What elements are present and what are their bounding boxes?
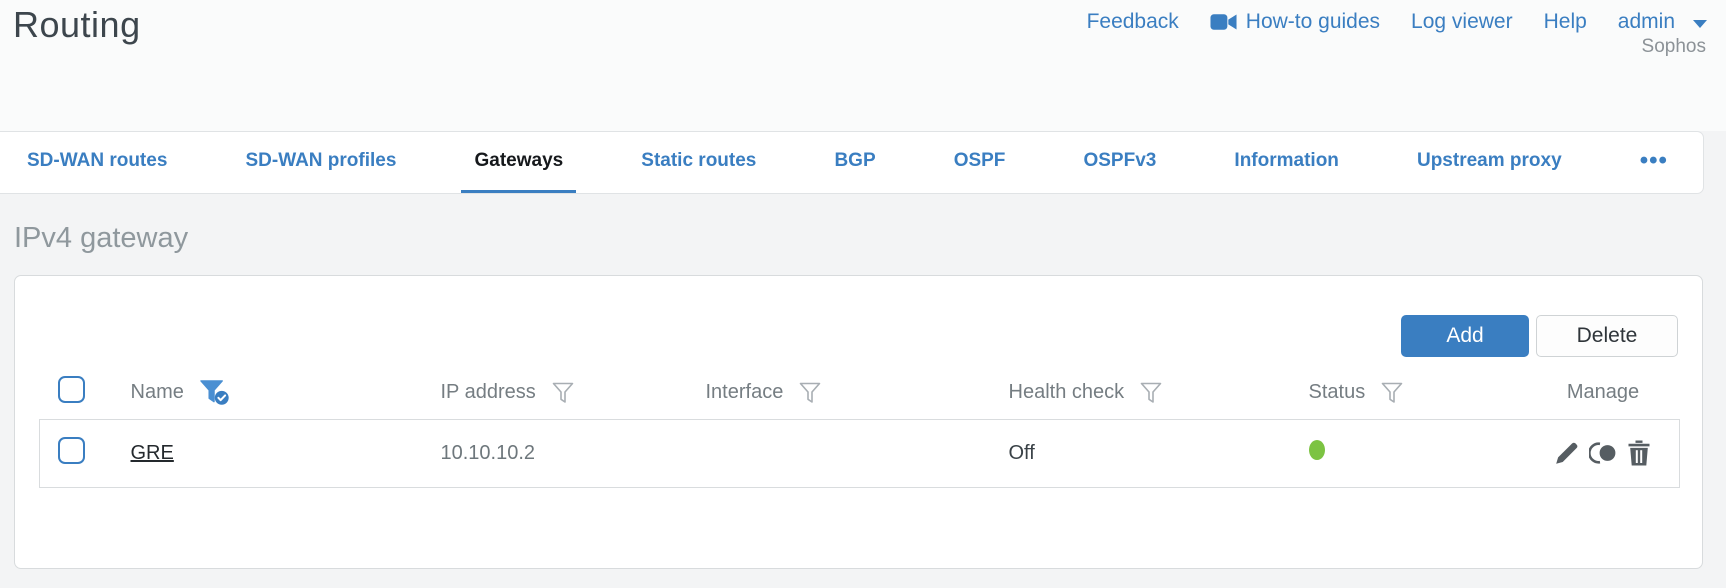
- tab-information[interactable]: Information: [1221, 132, 1352, 193]
- ip-address-filter-icon[interactable]: [551, 381, 575, 405]
- page-title: Routing: [13, 4, 141, 45]
- toolbar: Add Delete: [15, 315, 1678, 357]
- manage-cell: [1527, 440, 1680, 466]
- column-header-health-check: Health check: [1008, 381, 1125, 404]
- how-to-guides-link[interactable]: How-to guides: [1210, 10, 1380, 34]
- name-filter-active-icon[interactable]: [199, 379, 230, 406]
- clone-icon[interactable]: [1589, 441, 1618, 465]
- ipv4-gateway-panel: Add Delete Name IP address Interface Hea…: [14, 275, 1703, 569]
- tab-bar: SD-WAN routes SD-WAN profiles Gateways S…: [0, 131, 1704, 194]
- delete-button[interactable]: Delete: [1536, 315, 1678, 357]
- header-links: Feedback How-to guides Log viewer Help a…: [1087, 10, 1707, 34]
- brand-label: Sophos: [1641, 36, 1706, 57]
- delete-icon[interactable]: [1627, 440, 1651, 466]
- tab-gateways[interactable]: Gateways: [461, 132, 577, 193]
- video-camera-icon: [1210, 13, 1237, 31]
- add-button[interactable]: Add: [1401, 315, 1529, 357]
- status-dot: [1308, 440, 1325, 460]
- column-header-status: Status: [1308, 381, 1366, 404]
- log-viewer-link[interactable]: Log viewer: [1411, 10, 1513, 34]
- gateway-name-link[interactable]: GRE: [131, 442, 174, 464]
- interface-cell: [683, 418, 987, 488]
- admin-label: admin: [1617, 10, 1675, 33]
- column-header-name: Name: [130, 381, 184, 404]
- edit-icon[interactable]: [1554, 440, 1580, 466]
- tab-ospfv3[interactable]: OSPFv3: [1070, 132, 1169, 193]
- column-header-ip-address: IP address: [440, 381, 536, 404]
- health-check-filter-icon[interactable]: [1139, 381, 1163, 405]
- tab-static-routes[interactable]: Static routes: [628, 132, 769, 193]
- gateway-table: Name IP address Interface Health check S…: [39, 367, 1680, 488]
- tab-upstream-proxy[interactable]: Upstream proxy: [1404, 132, 1575, 193]
- help-link[interactable]: Help: [1544, 10, 1587, 34]
- select-all-checkbox[interactable]: [57, 376, 85, 404]
- how-to-guides-label: How-to guides: [1245, 10, 1381, 33]
- more-tabs-icon[interactable]: •••: [1627, 132, 1681, 193]
- feedback-label: Feedback: [1086, 10, 1179, 33]
- admin-menu[interactable]: admin: [1618, 10, 1707, 34]
- table-header-row: Name IP address Interface Health check S…: [40, 367, 1680, 419]
- tab-sd-wan-routes[interactable]: SD-WAN routes: [14, 132, 180, 193]
- tab-sd-wan-profiles[interactable]: SD-WAN profiles: [232, 132, 409, 193]
- column-header-manage: Manage: [1566, 381, 1640, 404]
- log-viewer-label: Log viewer: [1411, 10, 1513, 33]
- caret-down-icon: [1693, 19, 1707, 28]
- interface-filter-icon[interactable]: [798, 381, 822, 405]
- section-title: IPv4 gateway: [14, 222, 189, 254]
- feedback-link[interactable]: Feedback: [1087, 10, 1179, 34]
- column-header-interface: Interface: [705, 381, 784, 404]
- status-filter-icon[interactable]: [1380, 381, 1404, 405]
- table-row: GRE 10.10.10.2 Off: [39, 418, 1680, 488]
- help-label: Help: [1543, 10, 1587, 33]
- health-check-cell: Off: [986, 418, 1287, 488]
- ip-address-cell: 10.10.10.2: [418, 418, 684, 488]
- tab-bgp[interactable]: BGP: [821, 132, 888, 193]
- tab-ospf[interactable]: OSPF: [941, 132, 1019, 193]
- row-checkbox[interactable]: [58, 436, 85, 464]
